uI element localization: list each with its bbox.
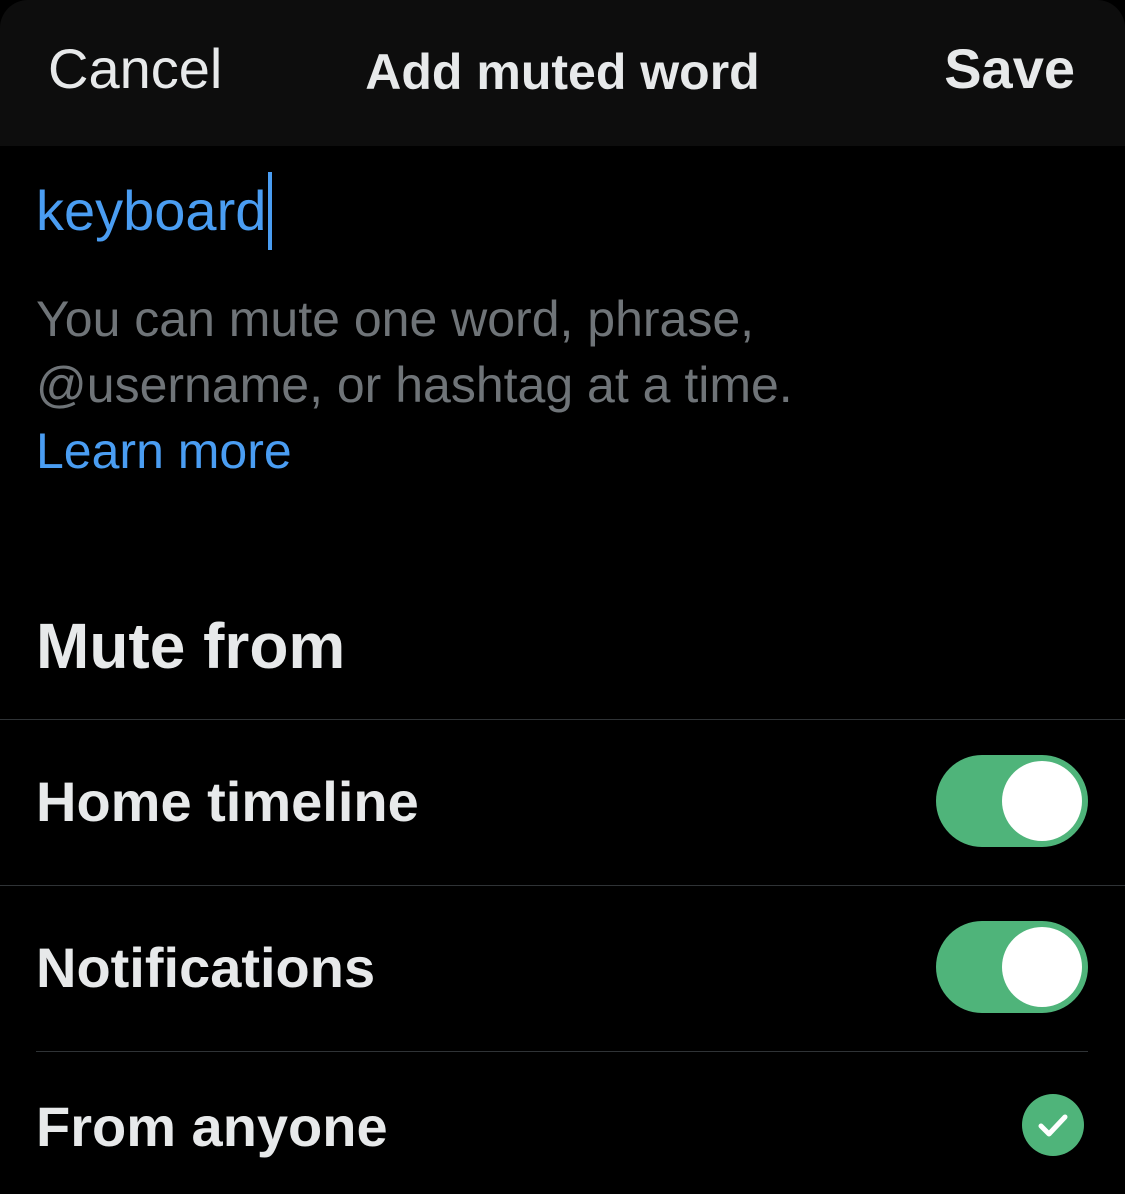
muted-word-input[interactable]: keyboard [36,168,1086,254]
learn-more-link[interactable]: Learn more [36,418,1086,484]
checkmark-circle-icon [1022,1094,1084,1156]
cancel-button[interactable]: Cancel [48,36,222,102]
from-anyone-row[interactable]: From anyone [0,1052,1125,1194]
toggle-knob [1002,761,1082,841]
save-button[interactable]: Save [944,36,1075,102]
notifications-toggle[interactable] [936,921,1088,1013]
toggle-knob [1002,927,1082,1007]
muted-word-value: keyboard [36,179,267,242]
home-timeline-label: Home timeline [36,770,419,833]
helper-text: You can mute one word, phrase, @username… [36,286,1086,484]
helper-text-line-2: @username, or hashtag at a time. [36,357,793,413]
helper-text-line-1: You can mute one word, phrase, [36,291,755,347]
mute-from-heading: Mute from [36,610,346,682]
from-anyone-label: From anyone [36,1095,388,1158]
text-cursor [268,172,273,250]
home-timeline-toggle[interactable] [936,755,1088,847]
home-timeline-row[interactable]: Home timeline [0,720,1125,884]
notifications-row[interactable]: Notifications [0,886,1125,1050]
navigation-bar: Cancel Add muted word Save [0,0,1125,146]
notifications-label: Notifications [36,936,376,999]
